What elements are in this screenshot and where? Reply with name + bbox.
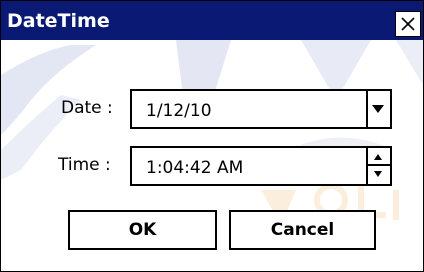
date-label: Date : [61,98,113,118]
time-spinner[interactable] [366,148,390,184]
date-value: 1/12/10 [146,101,212,121]
time-picker[interactable]: 1:04:42 AM [130,146,392,186]
close-icon [401,17,415,31]
ok-button[interactable]: OK [68,210,217,250]
cancel-button[interactable]: Cancel [229,210,376,250]
title-bar[interactable]: DateTime [1,1,423,40]
time-label: Time : [58,155,111,175]
date-dropdown-button[interactable] [366,91,390,127]
datetime-dialog: DateTime Date : 1/12/10 Time : 1:04:42 A… [0,0,424,272]
chevron-down-icon [372,105,384,113]
date-picker[interactable]: 1/12/10 [130,89,392,129]
close-button[interactable] [395,11,421,37]
time-value: 1:04:42 AM [146,158,244,178]
arrow-down-icon [374,171,382,177]
dialog-title: DateTime [7,10,110,32]
arrow-up-icon [374,154,382,160]
spin-down-button[interactable] [368,166,390,184]
spin-up-button[interactable] [368,148,390,166]
